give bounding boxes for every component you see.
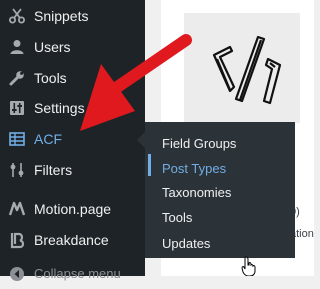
hand-cursor-icon — [241, 256, 256, 276]
scissors-icon — [8, 7, 26, 25]
sidebar-item-label: Tools — [34, 69, 67, 86]
active-marker — [148, 154, 151, 176]
plugin-logo — [184, 13, 300, 123]
sidebar-item-motion-page[interactable]: Motion.page — [0, 193, 145, 224]
sidebar-item-breakdance[interactable]: Breakdance — [0, 224, 145, 255]
submenu-item-taxonomies[interactable]: Taxonomies — [162, 185, 231, 200]
submenu-item-field-groups[interactable]: Field Groups — [162, 136, 236, 151]
sidebar-item-tools[interactable]: Tools — [0, 62, 145, 93]
sidebar-item-label: Filters — [34, 161, 73, 178]
collapse-menu-button[interactable]: Collapse menu — [0, 258, 145, 289]
user-icon — [8, 38, 26, 56]
breakdance-icon — [8, 231, 26, 249]
admin-sidebar: Snippets Users Tools Settings ACF Filter… — [0, 0, 145, 281]
sidebar-item-settings[interactable]: Settings — [0, 92, 145, 123]
acf-submenu: Field Groups Post Types Taxonomies Tools… — [145, 122, 295, 258]
wrench-icon — [8, 69, 26, 87]
sidebar-item-label: Settings — [34, 99, 85, 116]
sidebar-item-label: Snippets — [34, 7, 89, 24]
submenu-item-tools[interactable]: Tools — [162, 210, 192, 225]
sidebar-item-acf[interactable]: ACF — [0, 123, 145, 154]
acf-table-icon — [8, 130, 26, 148]
submenu-item-updates[interactable]: Updates — [162, 236, 210, 251]
motion-page-icon — [8, 200, 26, 218]
sidebar-item-label: Users — [34, 38, 71, 55]
submenu-item-post-types[interactable]: Post Types — [162, 161, 226, 176]
filters-icon — [8, 161, 26, 179]
sidebar-item-snippets[interactable]: Snippets — [0, 0, 145, 31]
sidebar-item-label: Breakdance — [34, 231, 109, 248]
sidebar-item-filters[interactable]: Filters — [0, 154, 145, 185]
sidebar-item-users[interactable]: Users — [0, 31, 145, 62]
sidebar-item-label: ACF — [34, 130, 62, 147]
settings-sliders-icon — [8, 99, 26, 117]
sidebar-item-label: Motion.page — [34, 200, 112, 217]
flyout-pointer — [137, 132, 145, 148]
code-brackets-icon — [212, 35, 282, 105]
sidebar-item-label: Collapse menu — [34, 266, 121, 281]
collapse-icon — [8, 265, 26, 283]
